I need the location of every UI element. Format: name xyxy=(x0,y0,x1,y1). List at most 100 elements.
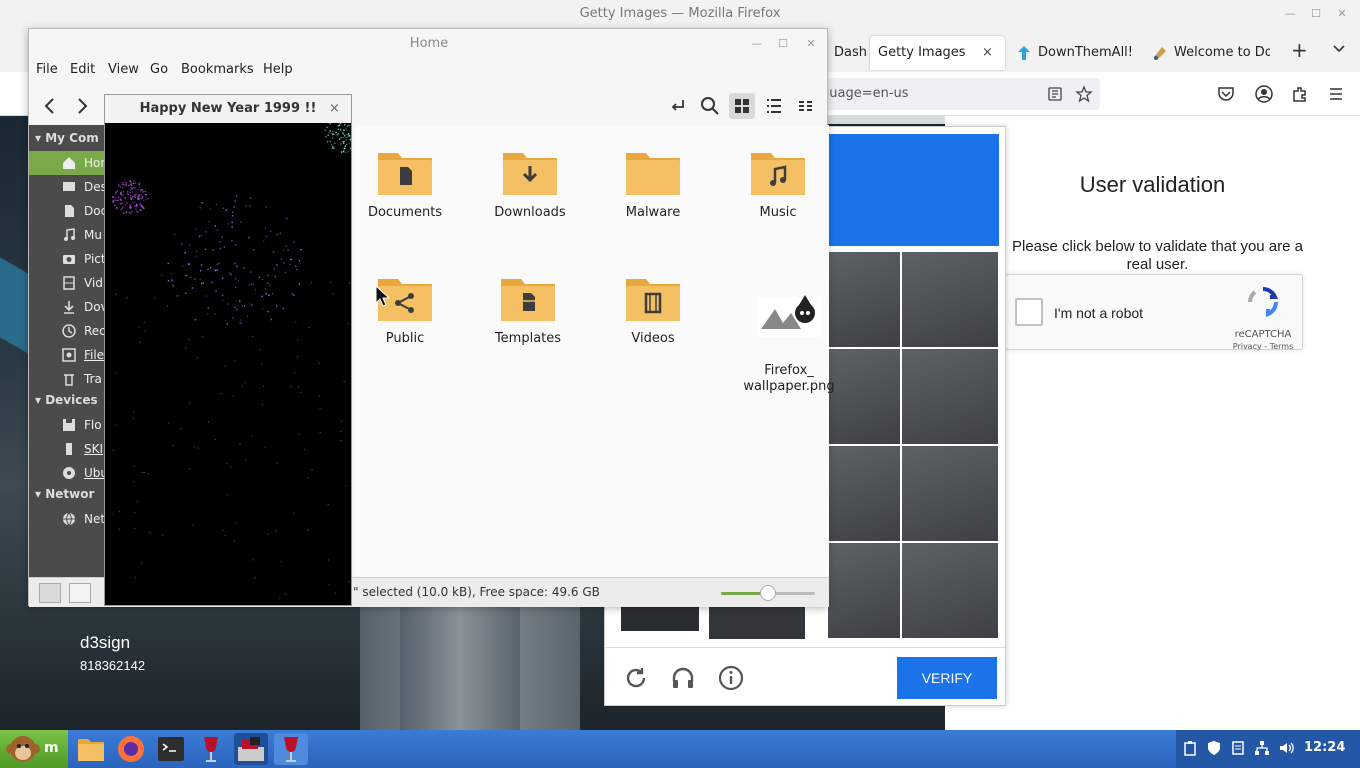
recaptcha-privacy-terms[interactable]: Privacy - Terms xyxy=(1226,342,1300,351)
sidebar-item-home[interactable]: Hom xyxy=(29,151,104,175)
maximize-icon[interactable]: ☐ xyxy=(775,36,791,52)
taskbar-app-icon[interactable] xyxy=(234,733,268,765)
new-year-title: Happy New Year 1999 !! × xyxy=(105,95,351,123)
challenge-tile[interactable] xyxy=(827,542,901,639)
folder-label: Malware xyxy=(625,205,681,220)
folder-templates[interactable]: Templates xyxy=(478,273,578,347)
taskbar-wine-icon[interactable] xyxy=(194,733,228,765)
minimize-icon[interactable]: — xyxy=(749,36,765,52)
sidebar-section-devices[interactable]: ▾ Devices xyxy=(35,393,98,407)
tab-getty-images[interactable]: Getty Images × xyxy=(870,36,1005,70)
menu-edit[interactable]: Edit xyxy=(70,62,95,77)
challenge-tile[interactable] xyxy=(901,445,999,542)
system-tray: 12:24 xyxy=(1176,730,1360,768)
usb-drive-icon xyxy=(61,441,77,457)
folder-music[interactable]: Music xyxy=(728,147,828,221)
reload-icon[interactable] xyxy=(623,665,649,691)
sidebar-item-recent[interactable]: Rec xyxy=(29,319,104,343)
folder-downloads[interactable]: Downloads xyxy=(480,147,580,221)
folder-icon xyxy=(626,153,680,195)
taskbar-files-icon[interactable] xyxy=(74,733,108,765)
hamburger-menu-icon[interactable] xyxy=(1326,84,1346,104)
extensions-icon[interactable] xyxy=(1290,84,1310,104)
tab-label: Getty Images xyxy=(878,45,966,60)
menu-help[interactable]: Help xyxy=(263,62,293,77)
network-icon[interactable] xyxy=(1254,740,1270,756)
sidebar-item-usb[interactable]: SKI xyxy=(29,437,104,461)
start-menu-button[interactable]: m xyxy=(0,730,68,768)
list-view-icon[interactable] xyxy=(761,93,787,119)
shield-icon[interactable] xyxy=(1206,740,1222,756)
start-menu-label: m xyxy=(44,740,59,756)
icon-view-icon[interactable] xyxy=(729,93,755,119)
desktop-icon xyxy=(61,179,77,195)
tab-dash[interactable]: Dash xyxy=(826,36,866,70)
taskbar-terminal-icon[interactable] xyxy=(154,733,188,765)
menu-file[interactable]: File xyxy=(36,62,58,77)
zoom-slider-knob[interactable] xyxy=(760,585,776,601)
back-icon[interactable] xyxy=(37,93,63,119)
reader-view-icon[interactable] xyxy=(1047,86,1063,102)
new-tab-button[interactable]: + xyxy=(1291,38,1308,62)
folder-malware[interactable]: Malware xyxy=(603,147,703,221)
folder-public[interactable]: Public xyxy=(355,273,455,347)
url-bar[interactable]: guage=en-us xyxy=(805,78,1100,110)
minimize-icon[interactable]: — xyxy=(1282,6,1298,22)
sidebar-item-network[interactable]: Net xyxy=(29,507,104,531)
zoom-slider[interactable] xyxy=(721,585,815,601)
search-icon[interactable] xyxy=(697,93,723,119)
forward-icon[interactable] xyxy=(69,93,95,119)
challenge-header xyxy=(827,134,999,246)
menu-view[interactable]: View xyxy=(108,62,139,77)
maximize-icon[interactable]: ☐ xyxy=(1308,6,1324,22)
sidebar-item-downloads[interactable]: Dov xyxy=(29,295,104,319)
clock: 12:24 xyxy=(1304,740,1346,755)
places-sidebar-toggle-icon[interactable] xyxy=(39,583,61,603)
sidebar-item-pictures[interactable]: Pict xyxy=(29,247,104,271)
tree-sidebar-toggle-icon[interactable] xyxy=(69,583,91,603)
sidebar-item-desktop[interactable]: Des xyxy=(29,175,104,199)
sidebar-item-ubuntu-disk[interactable]: Ubu xyxy=(29,461,104,485)
challenge-tile[interactable] xyxy=(901,542,999,639)
close-icon[interactable]: ✕ xyxy=(803,36,819,52)
folder-videos[interactable]: Videos xyxy=(603,273,703,347)
close-icon[interactable]: ✕ xyxy=(1334,6,1350,22)
account-icon[interactable] xyxy=(1254,84,1274,104)
sidebar-item-documents[interactable]: Doc xyxy=(29,199,104,223)
challenge-tile[interactable] xyxy=(901,348,999,445)
sidebar-item-floppy[interactable]: Flo xyxy=(29,413,104,437)
menu-go[interactable]: Go xyxy=(150,62,168,77)
sidebar-item-trash[interactable]: Tra xyxy=(29,367,104,391)
sidebar-section-my-computer[interactable]: ▾ My Com xyxy=(35,131,99,145)
folder-documents[interactable]: Documents xyxy=(355,147,455,221)
pocket-icon[interactable] xyxy=(1216,84,1236,104)
tab-welcome[interactable]: Welcome to Do xyxy=(1148,36,1270,70)
toggle-location-icon[interactable] xyxy=(665,93,691,119)
challenge-tile[interactable] xyxy=(827,445,901,542)
taskbar-firefox-icon[interactable] xyxy=(114,733,148,765)
challenge-tile[interactable] xyxy=(901,251,999,348)
sidebar-item-music[interactable]: Mu xyxy=(29,223,104,247)
bookmark-star-icon[interactable] xyxy=(1075,85,1093,103)
list-all-tabs-icon[interactable] xyxy=(1332,42,1346,56)
sidebar-item-file-system[interactable]: File xyxy=(29,343,104,367)
info-icon[interactable] xyxy=(718,665,744,691)
verify-button[interactable]: VERIFY xyxy=(897,657,997,699)
compact-view-icon[interactable] xyxy=(793,93,819,119)
tab-label: Dash xyxy=(834,45,866,60)
volume-icon[interactable] xyxy=(1278,740,1294,756)
music-icon xyxy=(61,227,77,243)
file-firefox-wallpaper[interactable]: Firefox_ wallpaper.png xyxy=(739,273,839,395)
folder-downloads-icon xyxy=(503,153,557,195)
clipboard-icon[interactable] xyxy=(1182,740,1198,756)
tab-close-icon[interactable]: × xyxy=(982,36,993,70)
close-icon[interactable]: × xyxy=(329,95,340,123)
menu-bookmarks[interactable]: Bookmarks xyxy=(181,62,254,77)
notes-icon[interactable] xyxy=(1230,740,1246,756)
recaptcha-checkbox[interactable] xyxy=(1015,298,1043,326)
taskbar-wine-icon-active[interactable] xyxy=(274,733,308,765)
audio-challenge-icon[interactable] xyxy=(670,665,696,691)
sidebar-section-network[interactable]: ▾ Networ xyxy=(35,487,94,501)
sidebar-item-videos[interactable]: Vid xyxy=(29,271,104,295)
tab-downthemall[interactable]: DownThemAll! xyxy=(1012,36,1140,70)
